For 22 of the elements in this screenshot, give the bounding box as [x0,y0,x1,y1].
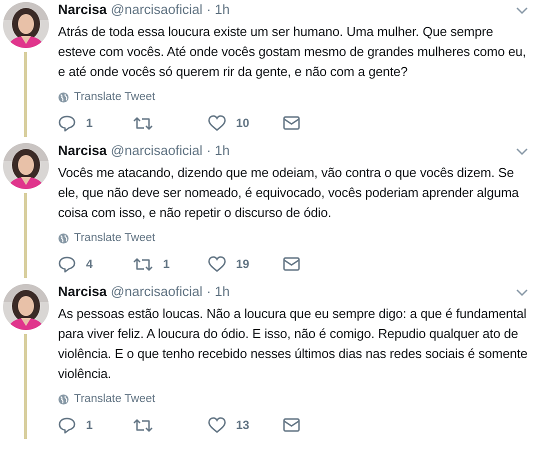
like-count: 10 [236,116,250,130]
tweet-text: Atrás de toda essa loucura existe um ser humano. Uma mulher. Que sempre esteve com vocês. Até onde vocês gostam mesmo de grandes mulheres como eu, e até onde vocês só querem rir da gente, e não com a gente? [58,23,528,81]
author-name[interactable]: Narcisa [58,2,107,17]
tweet-time[interactable]: · 1h [206,284,230,299]
translate-link[interactable]: Translate Tweet [74,393,156,405]
translate-link[interactable]: Translate Tweet [74,232,156,244]
reply-count: 1 [86,418,93,432]
author-handle[interactable]: @narcisaoficial [110,2,203,17]
tweet-text: As pessoas estão loucas. Não a loucura que eu sempre digo: a que é fundamental para viver feliz. A loucura do ódio. E isso, não é comigo. Repudio qualquer ato de violência. E o que tenho recebido nesses últimos dias nas redes sociais é somente violência. [58,305,528,383]
tweet-time[interactable]: · 1h [206,2,230,17]
like-count: 13 [236,418,250,432]
translate-link[interactable]: Translate Tweet [74,91,156,103]
author-handle[interactable]: @narcisaoficial [110,284,203,299]
reply-count: 1 [86,116,93,130]
retweet-count: 1 [163,257,170,271]
like-count: 19 [236,257,250,271]
author-handle[interactable]: @narcisaoficial [110,143,203,158]
tweet-text: Vocês me atacando, dizendo que me odeiam, vão contra o que vocês dizem. Se ele, que não deve ser nomeado, é equivocado, vocês poderiam aprender alguma coisa com isso, e não repetir o discurso de ódio. [58,164,520,222]
author-name[interactable]: Narcisa [58,143,107,158]
reply-count: 4 [86,257,93,271]
tweet-time[interactable]: · 1h [206,143,230,158]
author-name[interactable]: Narcisa [58,284,107,299]
